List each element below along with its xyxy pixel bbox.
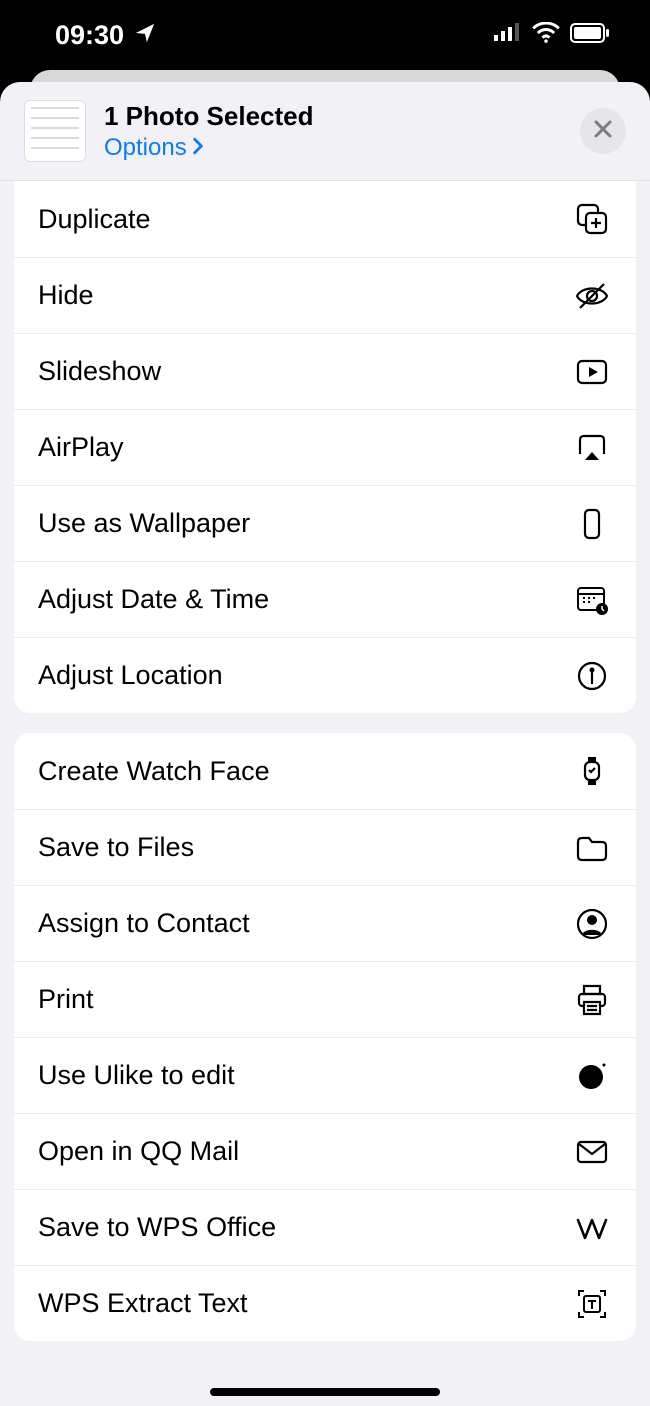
mail-icon [572, 1132, 612, 1172]
action-adjust-datetime[interactable]: Adjust Date & Time [14, 561, 636, 637]
location-services-icon [134, 20, 156, 51]
action-print[interactable]: Print [14, 961, 636, 1037]
wifi-icon [532, 22, 560, 49]
options-button[interactable]: Options [104, 134, 562, 162]
contact-icon [572, 904, 612, 944]
status-bar: 09:30 [0, 0, 650, 70]
action-label: Create Watch Face [38, 756, 572, 787]
airplay-icon [572, 428, 612, 468]
action-label: Open in QQ Mail [38, 1136, 572, 1167]
action-adjust-location[interactable]: Adjust Location [14, 637, 636, 713]
action-label: AirPlay [38, 432, 572, 463]
wallpaper-icon [572, 504, 612, 544]
action-ulike[interactable]: Use Ulike to edit [14, 1037, 636, 1113]
ulike-icon [572, 1056, 612, 1096]
action-label: Duplicate [38, 204, 572, 235]
hide-icon [572, 276, 612, 316]
action-save-files[interactable]: Save to Files [14, 809, 636, 885]
slideshow-icon [572, 352, 612, 392]
action-duplicate[interactable]: Duplicate [14, 181, 636, 257]
action-airplay[interactable]: AirPlay [14, 409, 636, 485]
share-sheet: 1 Photo Selected Options Duplicate [0, 82, 650, 1406]
action-wps-extract[interactable]: WPS Extract Text [14, 1265, 636, 1341]
action-label: Save to WPS Office [38, 1212, 572, 1243]
action-watch-face[interactable]: Create Watch Face [14, 733, 636, 809]
action-wallpaper[interactable]: Use as Wallpaper [14, 485, 636, 561]
folder-icon [572, 828, 612, 868]
action-label: Use Ulike to edit [38, 1060, 572, 1091]
wps-icon [572, 1208, 612, 1248]
sheet-title: 1 Photo Selected [104, 101, 562, 132]
action-assign-contact[interactable]: Assign to Contact [14, 885, 636, 961]
action-slideshow[interactable]: Slideshow [14, 333, 636, 409]
status-time: 09:30 [55, 20, 124, 51]
action-hide[interactable]: Hide [14, 257, 636, 333]
action-label: Save to Files [38, 832, 572, 863]
location-pin-icon [572, 656, 612, 696]
action-label: Hide [38, 280, 572, 311]
action-wps-office[interactable]: Save to WPS Office [14, 1189, 636, 1265]
watch-icon [572, 751, 612, 791]
options-label: Options [104, 134, 187, 162]
extract-text-icon [572, 1284, 612, 1324]
sheet-header: 1 Photo Selected Options [0, 82, 650, 181]
actions-scroll[interactable]: Duplicate Hide Slideshow AirPlay [0, 181, 650, 1405]
action-label: Adjust Location [38, 660, 572, 691]
battery-icon [570, 23, 610, 48]
action-label: Assign to Contact [38, 908, 572, 939]
action-label: WPS Extract Text [38, 1288, 572, 1319]
close-icon [593, 119, 613, 144]
action-group: Create Watch Face Save to Files Assign t… [14, 733, 636, 1341]
photo-thumbnail[interactable] [24, 100, 86, 162]
action-label: Use as Wallpaper [38, 508, 572, 539]
cellular-signal-icon [494, 23, 522, 48]
action-label: Slideshow [38, 356, 572, 387]
action-label: Adjust Date & Time [38, 584, 572, 615]
duplicate-icon [572, 199, 612, 239]
print-icon [572, 980, 612, 1020]
close-button[interactable] [580, 108, 626, 154]
action-qq-mail[interactable]: Open in QQ Mail [14, 1113, 636, 1189]
action-label: Print [38, 984, 572, 1015]
calendar-clock-icon [572, 580, 612, 620]
chevron-right-icon [191, 134, 205, 162]
action-group: Duplicate Hide Slideshow AirPlay [14, 181, 636, 713]
home-indicator[interactable] [210, 1388, 440, 1396]
